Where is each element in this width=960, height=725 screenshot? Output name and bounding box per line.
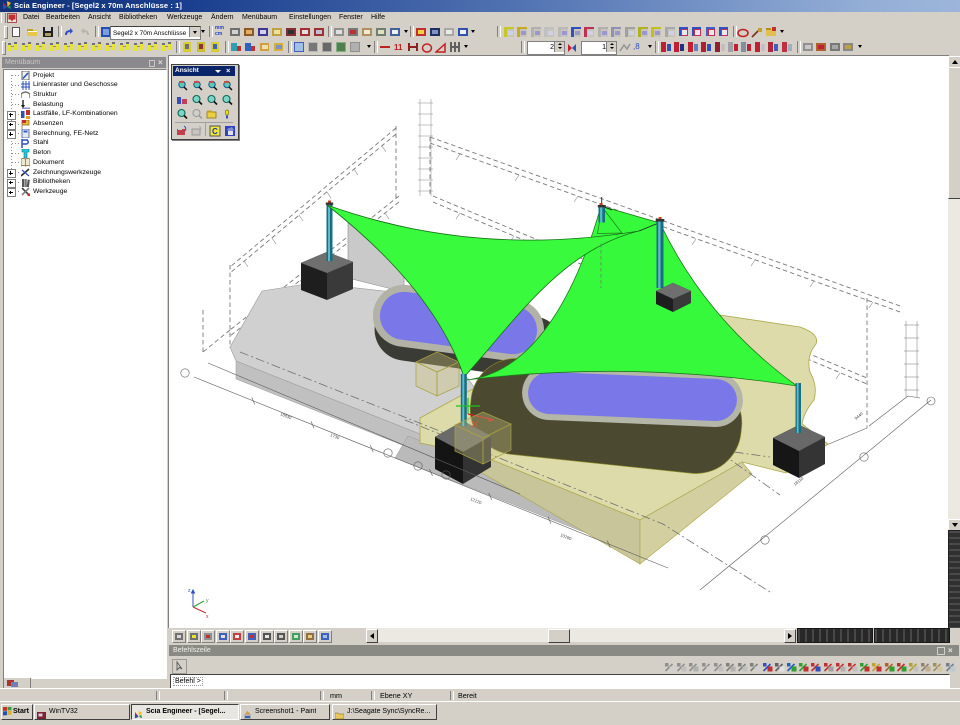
- svg-text:z: z: [188, 588, 191, 594]
- svg-text:12120: 12120: [470, 496, 483, 505]
- svg-text:y: y: [206, 598, 209, 604]
- svg-text:9440: 9440: [853, 411, 864, 421]
- svg-text:18110: 18110: [792, 475, 804, 486]
- svg-text:x: x: [206, 614, 209, 620]
- svg-text:1730: 1730: [330, 432, 341, 440]
- svg-text:10280: 10280: [560, 532, 573, 541]
- svg-text:C: C: [212, 127, 218, 136]
- svg-text:18830: 18830: [280, 411, 293, 420]
